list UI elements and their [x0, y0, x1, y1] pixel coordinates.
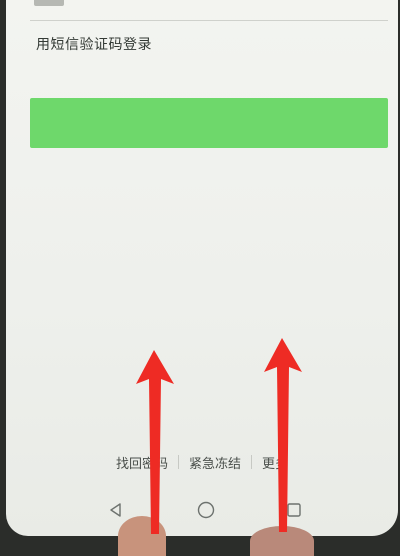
- back-button[interactable]: [104, 498, 128, 522]
- triangle-back-icon: [110, 503, 121, 517]
- truncated-field-label: [34, 0, 64, 6]
- home-button[interactable]: [194, 498, 218, 522]
- app-screen: 用短信验证码登录 找回密码 紧急冻结 更多: [6, 0, 398, 536]
- find-password-link[interactable]: 找回密码: [106, 453, 178, 472]
- recents-button[interactable]: [282, 498, 306, 522]
- system-nav-bar: [6, 492, 398, 528]
- password-field-underline: [30, 20, 388, 21]
- finger-left: [118, 516, 166, 556]
- circle-home-icon: [197, 501, 215, 519]
- more-link[interactable]: 更多: [252, 453, 298, 472]
- footer-links: 找回密码 紧急冻结 更多: [6, 452, 398, 472]
- finger-right: [250, 526, 314, 556]
- login-button[interactable]: [30, 98, 388, 148]
- sms-login-link[interactable]: 用短信验证码登录: [36, 34, 152, 54]
- square-recents-icon: [287, 503, 301, 517]
- emergency-freeze-link[interactable]: 紧急冻结: [179, 453, 251, 472]
